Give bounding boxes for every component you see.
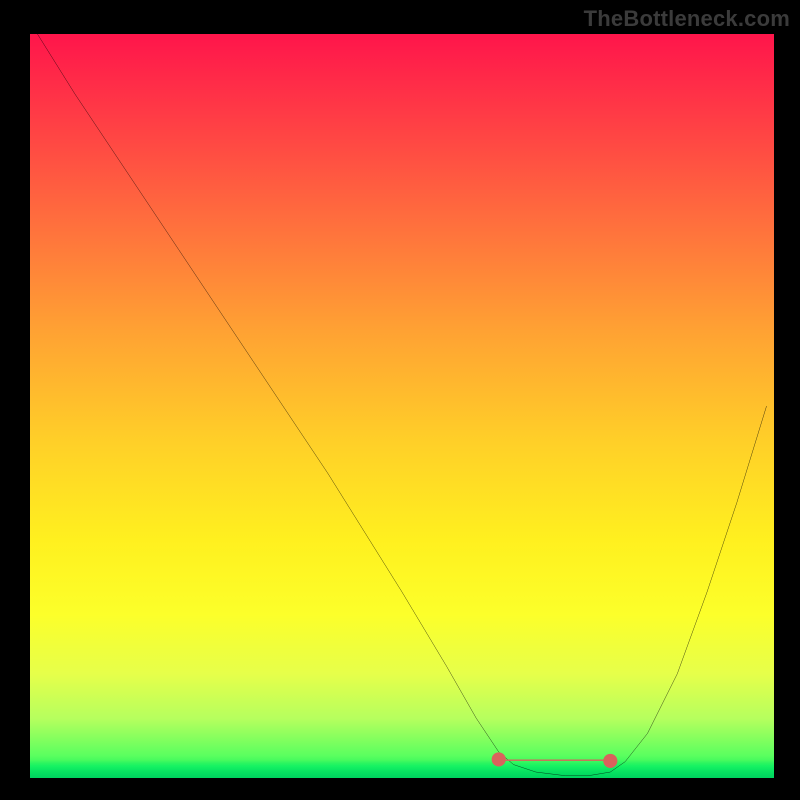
flat-min-marker-right (603, 754, 617, 768)
plot-area (30, 34, 774, 778)
chart-frame: TheBottleneck.com (0, 0, 800, 800)
flat-min-marker-left (492, 752, 506, 766)
bottleneck-curve-path (37, 34, 766, 776)
watermark-text: TheBottleneck.com (584, 6, 790, 32)
curve-layer (30, 34, 774, 778)
